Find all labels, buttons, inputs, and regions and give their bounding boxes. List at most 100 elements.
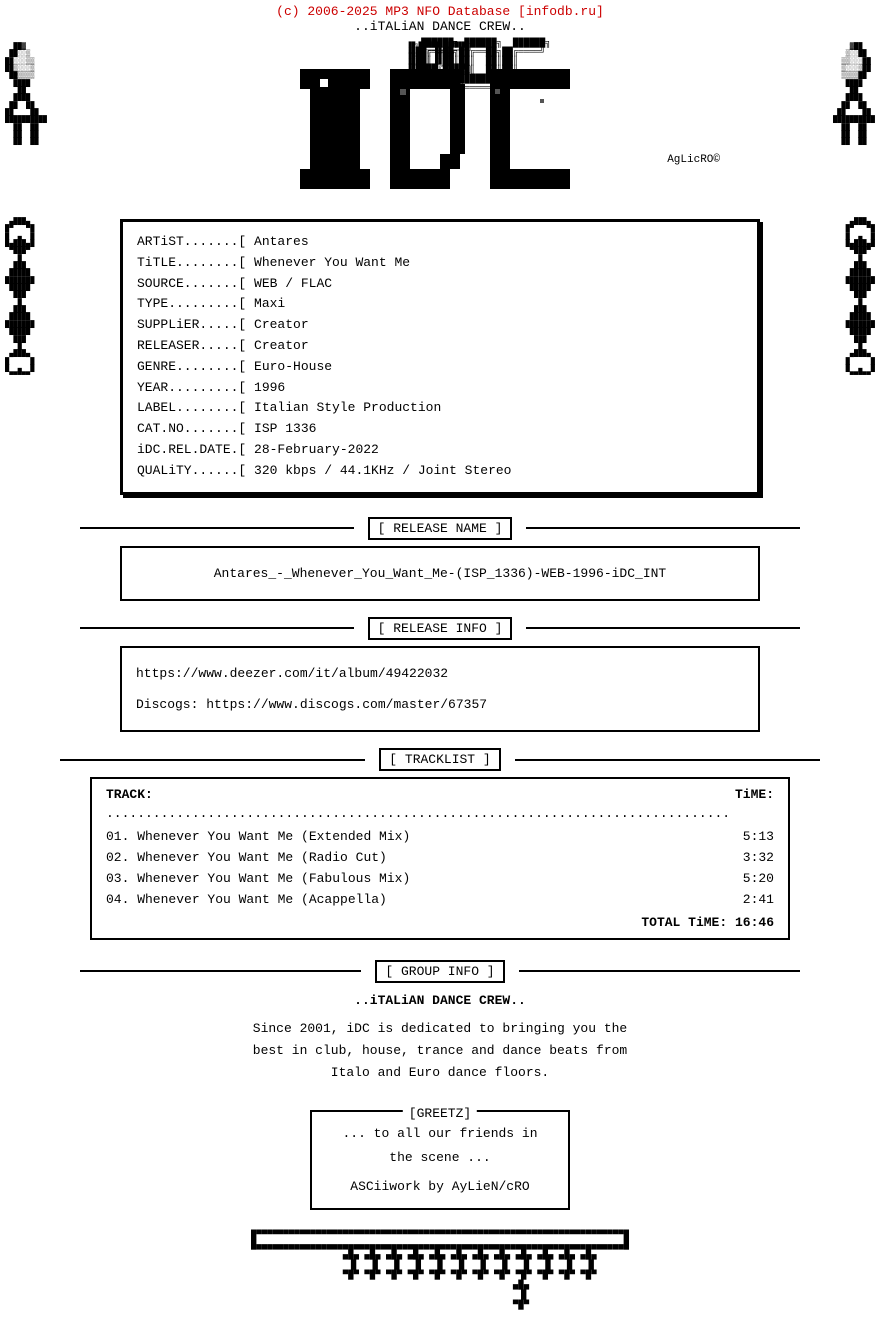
group-info-box: ..iTALiAN DANCE CREW.. Since 2001, iDC i… xyxy=(0,989,880,1085)
tracklist-header: TRACK: TiME: xyxy=(106,787,774,802)
info-title: TiTLE........[ Whenever You Want Me xyxy=(137,253,743,274)
tracklist-row: 01. Whenever You Want Me (Extended Mix) 5… xyxy=(106,827,774,848)
info-releaser: RELEASER.....[ Creator xyxy=(137,336,743,357)
divider-line-left2 xyxy=(80,627,354,629)
group-info-label: [ GROUP INFO ] xyxy=(375,960,504,983)
info-label: LABEL........[ Italian Style Production xyxy=(137,398,743,419)
tracklist-divider: [ TRACKLIST ] xyxy=(60,748,820,771)
release-name-label: [ RELEASE NAME ] xyxy=(368,517,513,540)
left-ornament: ██▓ ██░░▒ ██░░░▒▒ ██▒░░░▒ ██▒▒▒▒ ████ ██… xyxy=(5,44,47,154)
reldate-value: 28-February-2022 xyxy=(254,442,379,457)
total-label: TOTAL TiME: xyxy=(641,915,727,930)
artist-label: ARTiST.......[ xyxy=(137,234,246,249)
release-name-box: Antares_-_Whenever_You_Want_Me-(ISP_1336… xyxy=(120,546,760,601)
tracklist-rows: 01. Whenever You Want Me (Extended Mix) 5… xyxy=(106,827,774,910)
divider-line-right3 xyxy=(515,759,820,761)
group-name: ..iTALiAN DANCE CREW.. xyxy=(0,989,880,1012)
left-side-ornament: ▄███▄ █▀ ▀█ █ ▄ █ █▄███▄█ ▀███▀ █ ███ ██… xyxy=(5,219,34,388)
release-info-box: https://www.deezer.com/it/album/49422032… xyxy=(120,646,760,733)
title-label: TiTLE........[ xyxy=(137,255,246,270)
release-name-value: Antares_-_Whenever_You_Want_Me-(ISP_1336… xyxy=(136,558,744,589)
group-description: Since 2001, iDC is dedicated to bringing… xyxy=(0,1018,880,1084)
tracklist-total: TOTAL TiME: 16:46 xyxy=(106,915,774,930)
banner-area: ██████╗ ██████╗ ██████╗ ██╔══██╗██╔══██╗… xyxy=(0,34,880,219)
info-supplier: SUPPLiER.....[ Creator xyxy=(137,315,743,336)
source-value: WEB / FLAC xyxy=(254,276,332,291)
info-year: YEAR.........[ 1996 xyxy=(137,378,743,399)
release-name-divider: [ RELEASE NAME ] xyxy=(80,517,800,540)
track-time: 2:41 xyxy=(743,890,774,911)
track-title: 03. Whenever You Want Me (Fabulous Mix) xyxy=(106,869,410,890)
crew-name-header: ..iTALiAN DANCE CREW.. xyxy=(0,19,880,34)
source-label: SOURCE.......[ xyxy=(137,276,246,291)
tracklist-label: [ TRACKLIST ] xyxy=(379,748,500,771)
info-quality: QUALiTY......[ 320 kbps / 44.1KHz / Join… xyxy=(137,461,743,482)
divider-line-left4 xyxy=(80,970,361,972)
total-time: 16:46 xyxy=(735,915,774,930)
label-label: LABEL........[ xyxy=(137,400,246,415)
divider-line-right2 xyxy=(526,627,800,629)
supplier-label: SUPPLiER.....[ xyxy=(137,317,246,332)
track-time: 5:20 xyxy=(743,869,774,890)
greetz-section: [GREETZ] ... to all our friends in the s… xyxy=(0,1110,880,1210)
supplier-value: Creator xyxy=(254,317,309,332)
greetz-line1: ... to all our friends in xyxy=(332,1122,548,1145)
greetz-line3: ASCiiwork by AyLieN/cRO xyxy=(332,1175,548,1198)
header: (c) 2006-2025 MP3 NFO Database [infodb.r… xyxy=(0,0,880,34)
info-catno: CAT.NO.......[ ISP 1336 xyxy=(137,419,743,440)
divider-line-right4 xyxy=(519,970,800,972)
info-reldate: iDC.REL.DATE.[ 28-February-2022 xyxy=(137,440,743,461)
divider-line-left xyxy=(80,527,354,529)
releaser-label: RELEASER.....[ xyxy=(137,338,246,353)
right-side-ornament: ▄███▄ █▀ ▀█ █ ▄ █ █▄███▄█ ▀███▀ █ ███ ██… xyxy=(846,219,875,388)
track-title: 01. Whenever You Want Me (Extended Mix) xyxy=(106,827,410,848)
track-time: 5:13 xyxy=(743,827,774,848)
year-label: YEAR.........[ xyxy=(137,380,246,395)
time-col-header: TiME: xyxy=(735,787,774,802)
right-ornament: ▓██ ▒░░██ ▒▒░░░██ ▒░░░▒██ ▒▒▒▒██ ████ ██… xyxy=(833,44,875,154)
tracklist-box: TRACK: TiME: ...........................… xyxy=(90,777,790,939)
bottom-decoration: █▀▀▀▀▀▀▀▀▀▀▀▀▀▀▀▀▀▀▀▀▀▀▀▀▀▀▀▀▀▀▀▀▀▀▀▀▀▀▀… xyxy=(0,1220,880,1332)
greetz-title: [GREETZ] xyxy=(403,1102,477,1125)
info-type: TYPE.........[ Maxi xyxy=(137,294,743,315)
genre-value: Euro-House xyxy=(254,359,332,374)
release-info-line2: Discogs: https://www.discogs.com/master/… xyxy=(136,689,744,720)
track-title: 04. Whenever You Want Me (Acappella) xyxy=(106,890,387,911)
info-box: ARTiST.......[ Antares TiTLE........[ Wh… xyxy=(120,219,760,495)
year-value: 1996 xyxy=(254,380,285,395)
divider-line-right xyxy=(526,527,800,529)
logo-ascii-art: ██╗██████╗ ██████╗ ██║██╔══██╗██╔════╝ █… xyxy=(409,42,472,76)
type-label: TYPE.........[ xyxy=(137,296,246,311)
bottom-ascii: █▀▀▀▀▀▀▀▀▀▀▀▀▀▀▀▀▀▀▀▀▀▀▀▀▀▀▀▀▀▀▀▀▀▀▀▀▀▀▀… xyxy=(0,1231,880,1310)
releaser-value: Creator xyxy=(254,338,309,353)
catno-label: CAT.NO.......[ xyxy=(137,421,246,436)
release-info-divider: [ RELEASE INFO ] xyxy=(80,617,800,640)
main-content-area: ▄███▄ █▀ ▀█ █ ▄ █ █▄███▄█ ▀███▀ █ ███ ██… xyxy=(0,219,880,1333)
group-info-divider: [ GROUP INFO ] xyxy=(80,960,800,983)
divider-line-left3 xyxy=(60,759,365,761)
type-value: Maxi xyxy=(254,296,285,311)
catno-value: ISP 1336 xyxy=(254,421,316,436)
copyright-text: (c) 2006-2025 MP3 NFO Database [infodb.r… xyxy=(0,4,880,19)
release-info-line1: https://www.deezer.com/it/album/49422032 xyxy=(136,658,744,689)
track-col-header: TRACK: xyxy=(106,787,153,802)
info-artist: ARTiST.......[ Antares xyxy=(137,232,743,253)
tracklist-row: 03. Whenever You Want Me (Fabulous Mix) 5… xyxy=(106,869,774,890)
greetz-line2: the scene ... xyxy=(332,1146,548,1169)
genre-label: GENRE........[ xyxy=(137,359,246,374)
track-title: 02. Whenever You Want Me (Radio Cut) xyxy=(106,848,387,869)
aylicro-label: AgLicRO© xyxy=(667,154,720,166)
quality-label: QUALiTY......[ xyxy=(137,463,246,478)
tracklist-row: 02. Whenever You Want Me (Radio Cut) 3:32 xyxy=(106,848,774,869)
quality-value: 320 kbps / 44.1KHz / Joint Stereo xyxy=(254,463,511,478)
release-info-label: [ RELEASE INFO ] xyxy=(368,617,513,640)
title-value: Whenever You Want Me xyxy=(254,255,410,270)
track-time: 3:32 xyxy=(743,848,774,869)
info-source: SOURCE.......[ WEB / FLAC xyxy=(137,274,743,295)
artist-value: Antares xyxy=(254,234,309,249)
greetz-box: [GREETZ] ... to all our friends in the s… xyxy=(310,1110,570,1210)
tracklist-dots: ........................................… xyxy=(106,806,774,821)
label-value: Italian Style Production xyxy=(254,400,441,415)
tracklist-row: 04. Whenever You Want Me (Acappella) 2:41 xyxy=(106,890,774,911)
page: (c) 2006-2025 MP3 NFO Database [infodb.r… xyxy=(0,0,880,1333)
